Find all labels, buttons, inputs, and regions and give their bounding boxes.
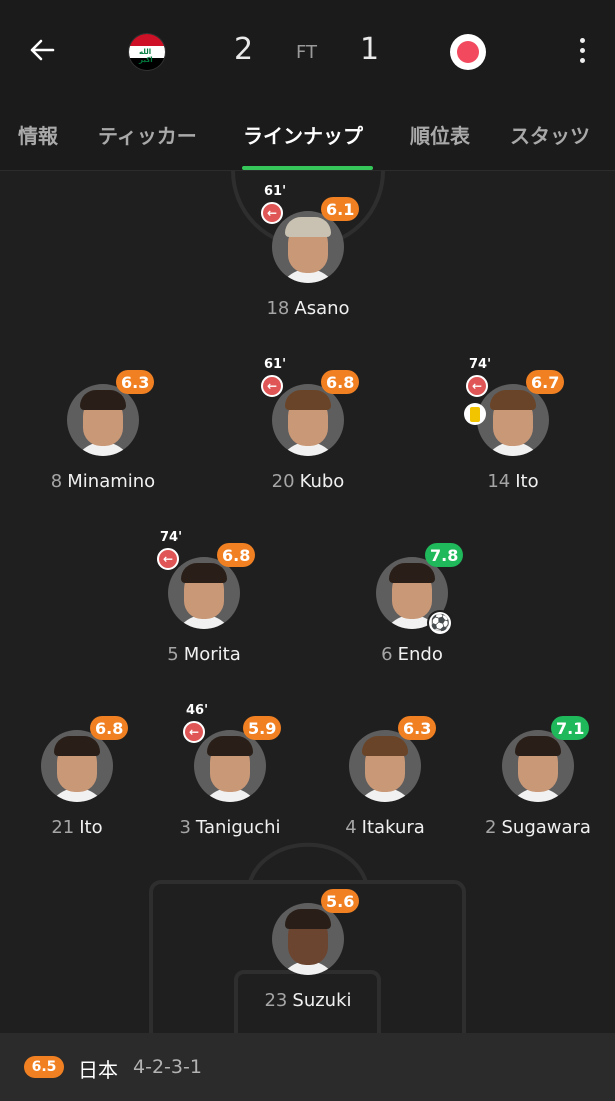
shirt-number: 6 — [381, 644, 393, 665]
player-rating: 6.8 — [321, 370, 360, 394]
player-name: Asano — [294, 298, 350, 319]
more-options-button[interactable] — [570, 32, 594, 68]
sub-off-icon: ← — [183, 721, 205, 743]
tab-bar: 情報 ティッカー ラインナップ 順位表 スタッツ — [0, 100, 615, 171]
player-name-label: 5 Morita — [129, 644, 279, 665]
shirt-number: 14 — [487, 471, 511, 492]
player-suzuki[interactable]: 5.6 23 Suzuki — [233, 876, 383, 1016]
shirt-number: 20 — [271, 471, 295, 492]
shirt-number: 5 — [167, 644, 179, 665]
player-taniguchi[interactable]: 46' ← 5.9 3 Taniguchi — [155, 703, 305, 843]
player-name-label: 20 Kubo — [233, 471, 383, 492]
player-name-label: 3 Taniguchi — [155, 817, 305, 838]
team-rating-badge: 6.5 — [24, 1056, 64, 1078]
tab-stats[interactable]: スタッツ — [510, 120, 590, 149]
player-name: Minamino — [67, 471, 156, 492]
arrow-left-icon — [30, 39, 55, 61]
player-name: Kubo — [299, 471, 345, 492]
tab-info[interactable]: 情報 — [18, 120, 58, 149]
tab-standings[interactable]: 順位表 — [410, 120, 470, 149]
player-rating: 6.7 — [526, 370, 565, 394]
away-score: 1 — [360, 32, 380, 67]
team-name: 日本 — [78, 1058, 118, 1082]
player-rating: 5.6 — [321, 889, 360, 913]
active-tab-indicator — [242, 166, 373, 170]
sub-off-icon: ← — [466, 375, 488, 397]
player-name: Taniguchi — [195, 817, 281, 838]
sub-off-icon: ← — [157, 548, 179, 570]
player-name: Sugawara — [501, 817, 591, 838]
player-name: Suzuki — [292, 990, 352, 1011]
iraq-flag-icon[interactable]: الله اكبر — [129, 34, 165, 70]
player-name-label: 14 Ito — [438, 471, 588, 492]
player-name: Morita — [183, 644, 241, 665]
player-asano[interactable]: 61' ← 6.1 18 Asano — [233, 184, 383, 324]
player-ito-14[interactable]: 74' ← 6.7 14 Ito — [438, 357, 588, 497]
player-rating: 6.8 — [217, 543, 256, 567]
player-kubo[interactable]: 61' ← 6.8 20 Kubo — [233, 357, 383, 497]
player-name: Ito — [515, 471, 539, 492]
shirt-number: 21 — [51, 817, 75, 838]
player-photo — [349, 730, 421, 802]
player-name: Itakura — [361, 817, 425, 838]
player-ito-21[interactable]: 6.8 21 Ito — [2, 703, 152, 843]
player-name-label: 4 Itakura — [310, 817, 460, 838]
match-status: FT — [296, 42, 318, 63]
player-photo — [477, 384, 549, 456]
player-photo — [67, 384, 139, 456]
player-name: Endo — [397, 644, 443, 665]
player-name-label: 8 Minamino — [28, 471, 178, 492]
player-name: Ito — [79, 817, 103, 838]
shirt-number: 23 — [264, 990, 288, 1011]
player-rating: 7.1 — [551, 716, 590, 740]
player-photo — [272, 211, 344, 283]
player-name-label: 6 Endo — [337, 644, 487, 665]
sub-minute: 46' — [186, 703, 209, 718]
player-rating: 6.1 — [321, 197, 360, 221]
sub-off-icon: ← — [261, 375, 283, 397]
player-endo[interactable]: 7.8 ⚽ 6 Endo — [337, 530, 487, 670]
player-photo — [41, 730, 113, 802]
team-formation: 4-2-3-1 — [133, 1056, 202, 1078]
shirt-number: 4 — [345, 817, 357, 838]
player-rating: 6.8 — [90, 716, 129, 740]
player-photo — [194, 730, 266, 802]
sub-minute: 74' — [469, 357, 492, 372]
team-summary-bar: 6.5 日本 4-2-3-1 — [0, 1033, 615, 1101]
player-rating: 6.3 — [116, 370, 155, 394]
tab-lineup[interactable]: ラインナップ — [243, 120, 363, 149]
player-name-label: 2 Sugawara — [463, 817, 613, 838]
player-morita[interactable]: 74' ← 6.8 5 Morita — [129, 530, 279, 670]
player-rating: 5.9 — [243, 716, 282, 740]
sub-off-icon: ← — [261, 202, 283, 224]
shirt-number: 3 — [179, 817, 191, 838]
sub-minute: 61' — [264, 357, 287, 372]
shirt-number: 8 — [50, 471, 63, 492]
shirt-number: 18 — [266, 298, 290, 319]
player-name-label: 18 Asano — [233, 298, 383, 319]
shirt-number: 2 — [485, 817, 497, 838]
player-photo — [272, 384, 344, 456]
player-name-label: 21 Ito — [2, 817, 152, 838]
yellow-card-icon — [464, 403, 486, 425]
sub-minute: 74' — [160, 530, 183, 545]
player-minamino[interactable]: 6.3 8 Minamino — [28, 357, 178, 497]
back-button[interactable] — [22, 30, 62, 70]
goal-ball-icon: ⚽ — [429, 612, 451, 634]
match-header: الله اكبر 2 FT 1 — [0, 0, 615, 100]
player-photo — [502, 730, 574, 802]
home-score: 2 — [234, 32, 254, 67]
player-rating: 7.8 — [425, 543, 464, 567]
sub-minute: 61' — [264, 184, 287, 199]
lineup-pitch: 61' ← 6.1 18 Asano 6.3 8 Minamino 61' ← 6.… — [0, 171, 615, 1033]
japan-flag-icon[interactable] — [450, 34, 486, 70]
player-sugawara[interactable]: 7.1 2 Sugawara — [463, 703, 613, 843]
tab-ticker[interactable]: ティッカー — [98, 120, 197, 149]
player-photo — [272, 903, 344, 975]
player-name-label: 23 Suzuki — [233, 990, 383, 1011]
player-itakura[interactable]: 6.3 4 Itakura — [310, 703, 460, 843]
player-rating: 6.3 — [398, 716, 437, 740]
player-photo — [168, 557, 240, 629]
